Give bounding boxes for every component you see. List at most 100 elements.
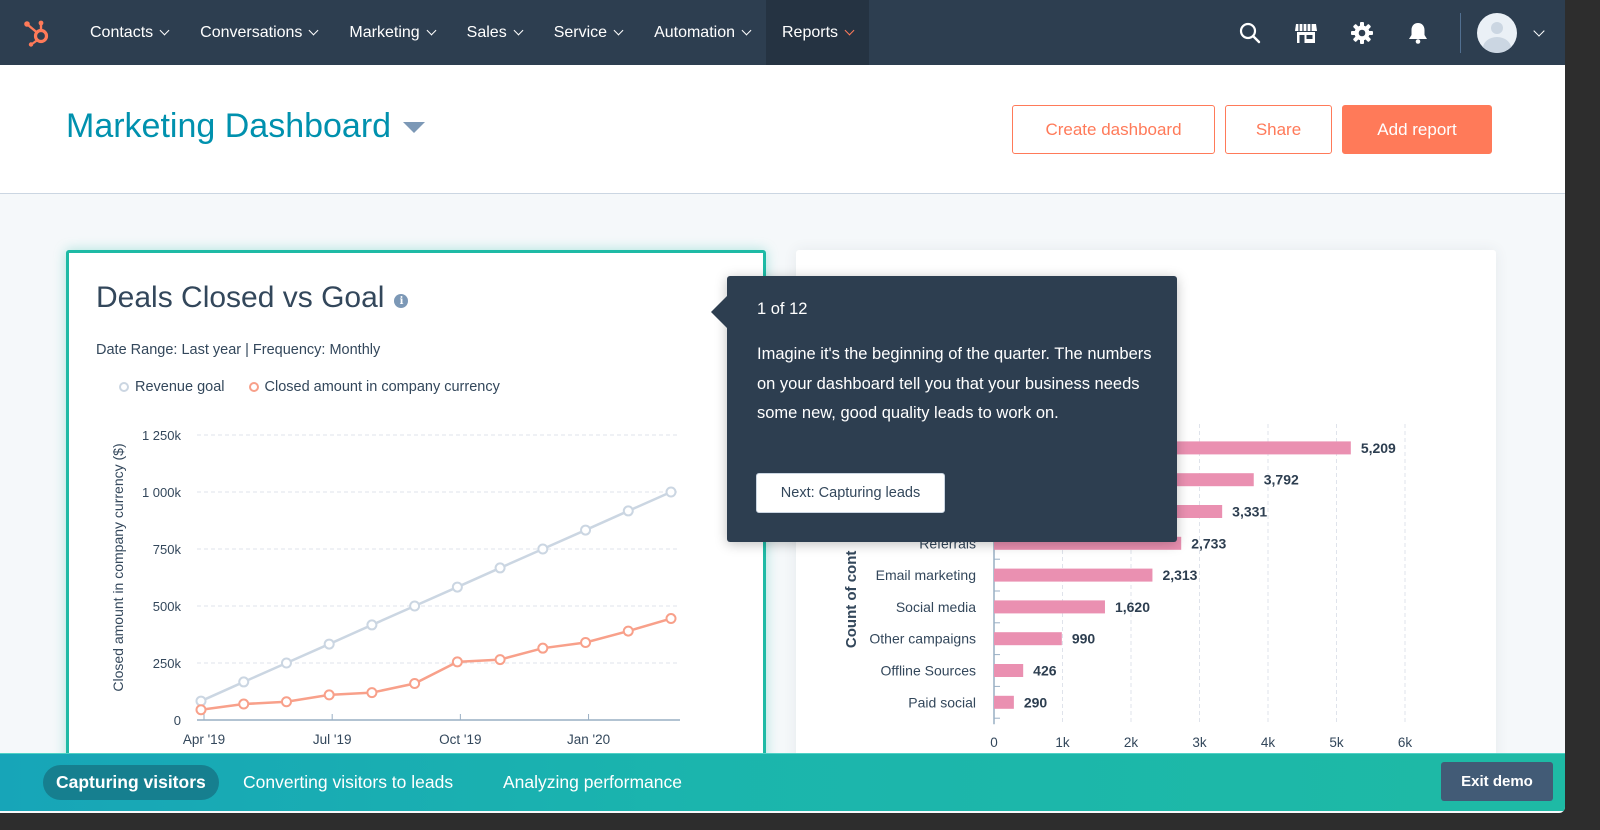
data-point[interactable]: [195, 704, 207, 716]
data-point[interactable]: [195, 695, 207, 707]
deals-closed-vs-goal-card[interactable]: Deals Closed vs Goal i Date Range: Last …: [66, 250, 766, 770]
data-point[interactable]: [494, 562, 506, 574]
data-point[interactable]: [323, 638, 335, 650]
demo-tab-analyzing-performance[interactable]: Analyzing performance: [490, 765, 695, 800]
category-label: Paid social: [908, 694, 976, 710]
demo-progress-bar: Capturing visitors Converting visitors t…: [0, 753, 1565, 811]
chevron-down-icon: [159, 25, 170, 36]
x-tick-label: Jul '19: [313, 732, 352, 747]
x-tick-label: 1k: [1055, 735, 1070, 750]
x-tick-label: 2k: [1124, 735, 1139, 750]
x-tick-label: Oct '19: [439, 732, 481, 747]
nav-item-label: Contacts: [90, 23, 154, 41]
y-tick-label: 1 250k: [142, 428, 182, 443]
data-point[interactable]: [665, 613, 677, 625]
data-point[interactable]: [622, 505, 634, 517]
data-point[interactable]: [451, 656, 463, 668]
y-axis-label: Closed amount in company currency ($): [110, 443, 126, 691]
y-tick-label: 250k: [153, 656, 182, 671]
bar-value-label: 290: [1024, 694, 1048, 710]
chevron-down-icon: [844, 25, 855, 36]
nav-item-marketing[interactable]: Marketing: [333, 0, 450, 65]
add-report-button[interactable]: Add report: [1342, 105, 1492, 154]
chevron-down-icon: [513, 25, 524, 36]
x-tick-label: Apr '19: [183, 732, 225, 747]
x-tick-label: 0: [990, 735, 998, 750]
y-axis-label: Count of cont: [843, 551, 860, 648]
nav-item-label: Service: [553, 23, 608, 41]
nav-item-conversations[interactable]: Conversations: [184, 0, 333, 65]
data-point[interactable]: [409, 678, 421, 690]
nav-item-reports[interactable]: Reports: [766, 0, 870, 65]
series-line-closed-amount: [200, 617, 672, 711]
settings-gear-icon[interactable]: [1334, 0, 1390, 65]
bar[interactable]: [994, 568, 1153, 582]
data-point[interactable]: [366, 687, 378, 699]
y-tick-label: 0: [174, 713, 181, 728]
data-point[interactable]: [580, 636, 592, 648]
nav-divider: [1460, 12, 1461, 53]
bar[interactable]: [994, 664, 1024, 677]
nav-item-service[interactable]: Service: [538, 0, 638, 65]
dashboard-selector[interactable]: Marketing Dashboard: [66, 107, 426, 146]
nav-utilities: [1222, 0, 1565, 65]
user-avatar[interactable]: [1477, 12, 1517, 53]
x-tick-label: 6k: [1398, 735, 1413, 750]
exit-demo-button[interactable]: Exit demo: [1441, 762, 1553, 801]
hubspot-logo-icon[interactable]: [0, 0, 74, 65]
bar-value-label: 3,331: [1232, 504, 1267, 520]
bar[interactable]: [994, 600, 1105, 614]
notifications-bell-icon[interactable]: [1390, 0, 1446, 65]
y-tick-label: 500k: [153, 599, 182, 614]
nav-item-label: Marketing: [349, 23, 420, 41]
bar-value-label: 2,313: [1162, 567, 1197, 583]
bar[interactable]: [994, 632, 1062, 646]
y-tick-label: 1 000k: [142, 485, 182, 500]
data-point[interactable]: [537, 642, 549, 654]
data-point[interactable]: [323, 689, 335, 701]
create-dashboard-button[interactable]: Create dashboard: [1012, 105, 1215, 154]
tour-step-text: Imagine it's the beginning of the quarte…: [757, 345, 1152, 422]
nav-item-label: Reports: [782, 23, 839, 41]
data-point[interactable]: [409, 600, 421, 612]
top-navigation: Contacts Conversations Marketing Sales Servi…: [0, 0, 1565, 65]
share-button[interactable]: Share: [1225, 105, 1332, 154]
series-line-revenue-goal: [200, 490, 672, 703]
data-point[interactable]: [622, 625, 634, 637]
category-label: Other campaigns: [869, 631, 976, 647]
chevron-down-icon: [741, 25, 752, 36]
data-point[interactable]: [280, 657, 292, 669]
bar[interactable]: [994, 695, 1014, 709]
data-point[interactable]: [238, 698, 250, 710]
nav-item-automation[interactable]: Automation: [638, 0, 766, 65]
data-point[interactable]: [494, 654, 506, 666]
x-tick-label: 4k: [1261, 735, 1276, 750]
data-point[interactable]: [665, 486, 677, 498]
nav-item-label: Conversations: [200, 23, 303, 41]
x-tick-label: 5k: [1329, 735, 1344, 750]
data-point[interactable]: [580, 524, 592, 536]
category-label: Offline Sources: [881, 663, 976, 679]
demo-tab-capturing-visitors[interactable]: Capturing visitors: [43, 765, 219, 800]
data-point[interactable]: [366, 619, 378, 631]
tour-step-counter: 1 of 12: [757, 300, 808, 318]
chevron-down-icon: [426, 25, 437, 36]
nav-menu: Contacts Conversations Marketing Sales Servi…: [74, 0, 870, 65]
search-icon[interactable]: [1222, 0, 1278, 65]
next-step-button[interactable]: Next: Capturing leads: [756, 473, 945, 513]
demo-tab-converting-visitors[interactable]: Converting visitors to leads: [230, 765, 466, 800]
data-point[interactable]: [238, 676, 250, 688]
data-point[interactable]: [451, 581, 463, 593]
marketplace-icon[interactable]: [1278, 0, 1334, 65]
bar-value-label: 2,733: [1191, 535, 1226, 551]
category-label: Email marketing: [876, 567, 976, 583]
page-header: Marketing Dashboard Create dashboard Sha…: [0, 65, 1565, 194]
data-point[interactable]: [280, 696, 292, 708]
data-point[interactable]: [537, 543, 549, 555]
bar-value-label: 990: [1072, 631, 1096, 647]
x-tick-label: 3k: [1192, 735, 1207, 750]
nav-item-contacts[interactable]: Contacts: [74, 0, 184, 65]
nav-item-sales[interactable]: Sales: [451, 0, 538, 65]
account-chevron-down-icon[interactable]: [1533, 24, 1545, 37]
line-chart: 0 250k 500k 750k 1 000k 1 250k Apr '19 Jul '19 O…: [110, 428, 680, 747]
